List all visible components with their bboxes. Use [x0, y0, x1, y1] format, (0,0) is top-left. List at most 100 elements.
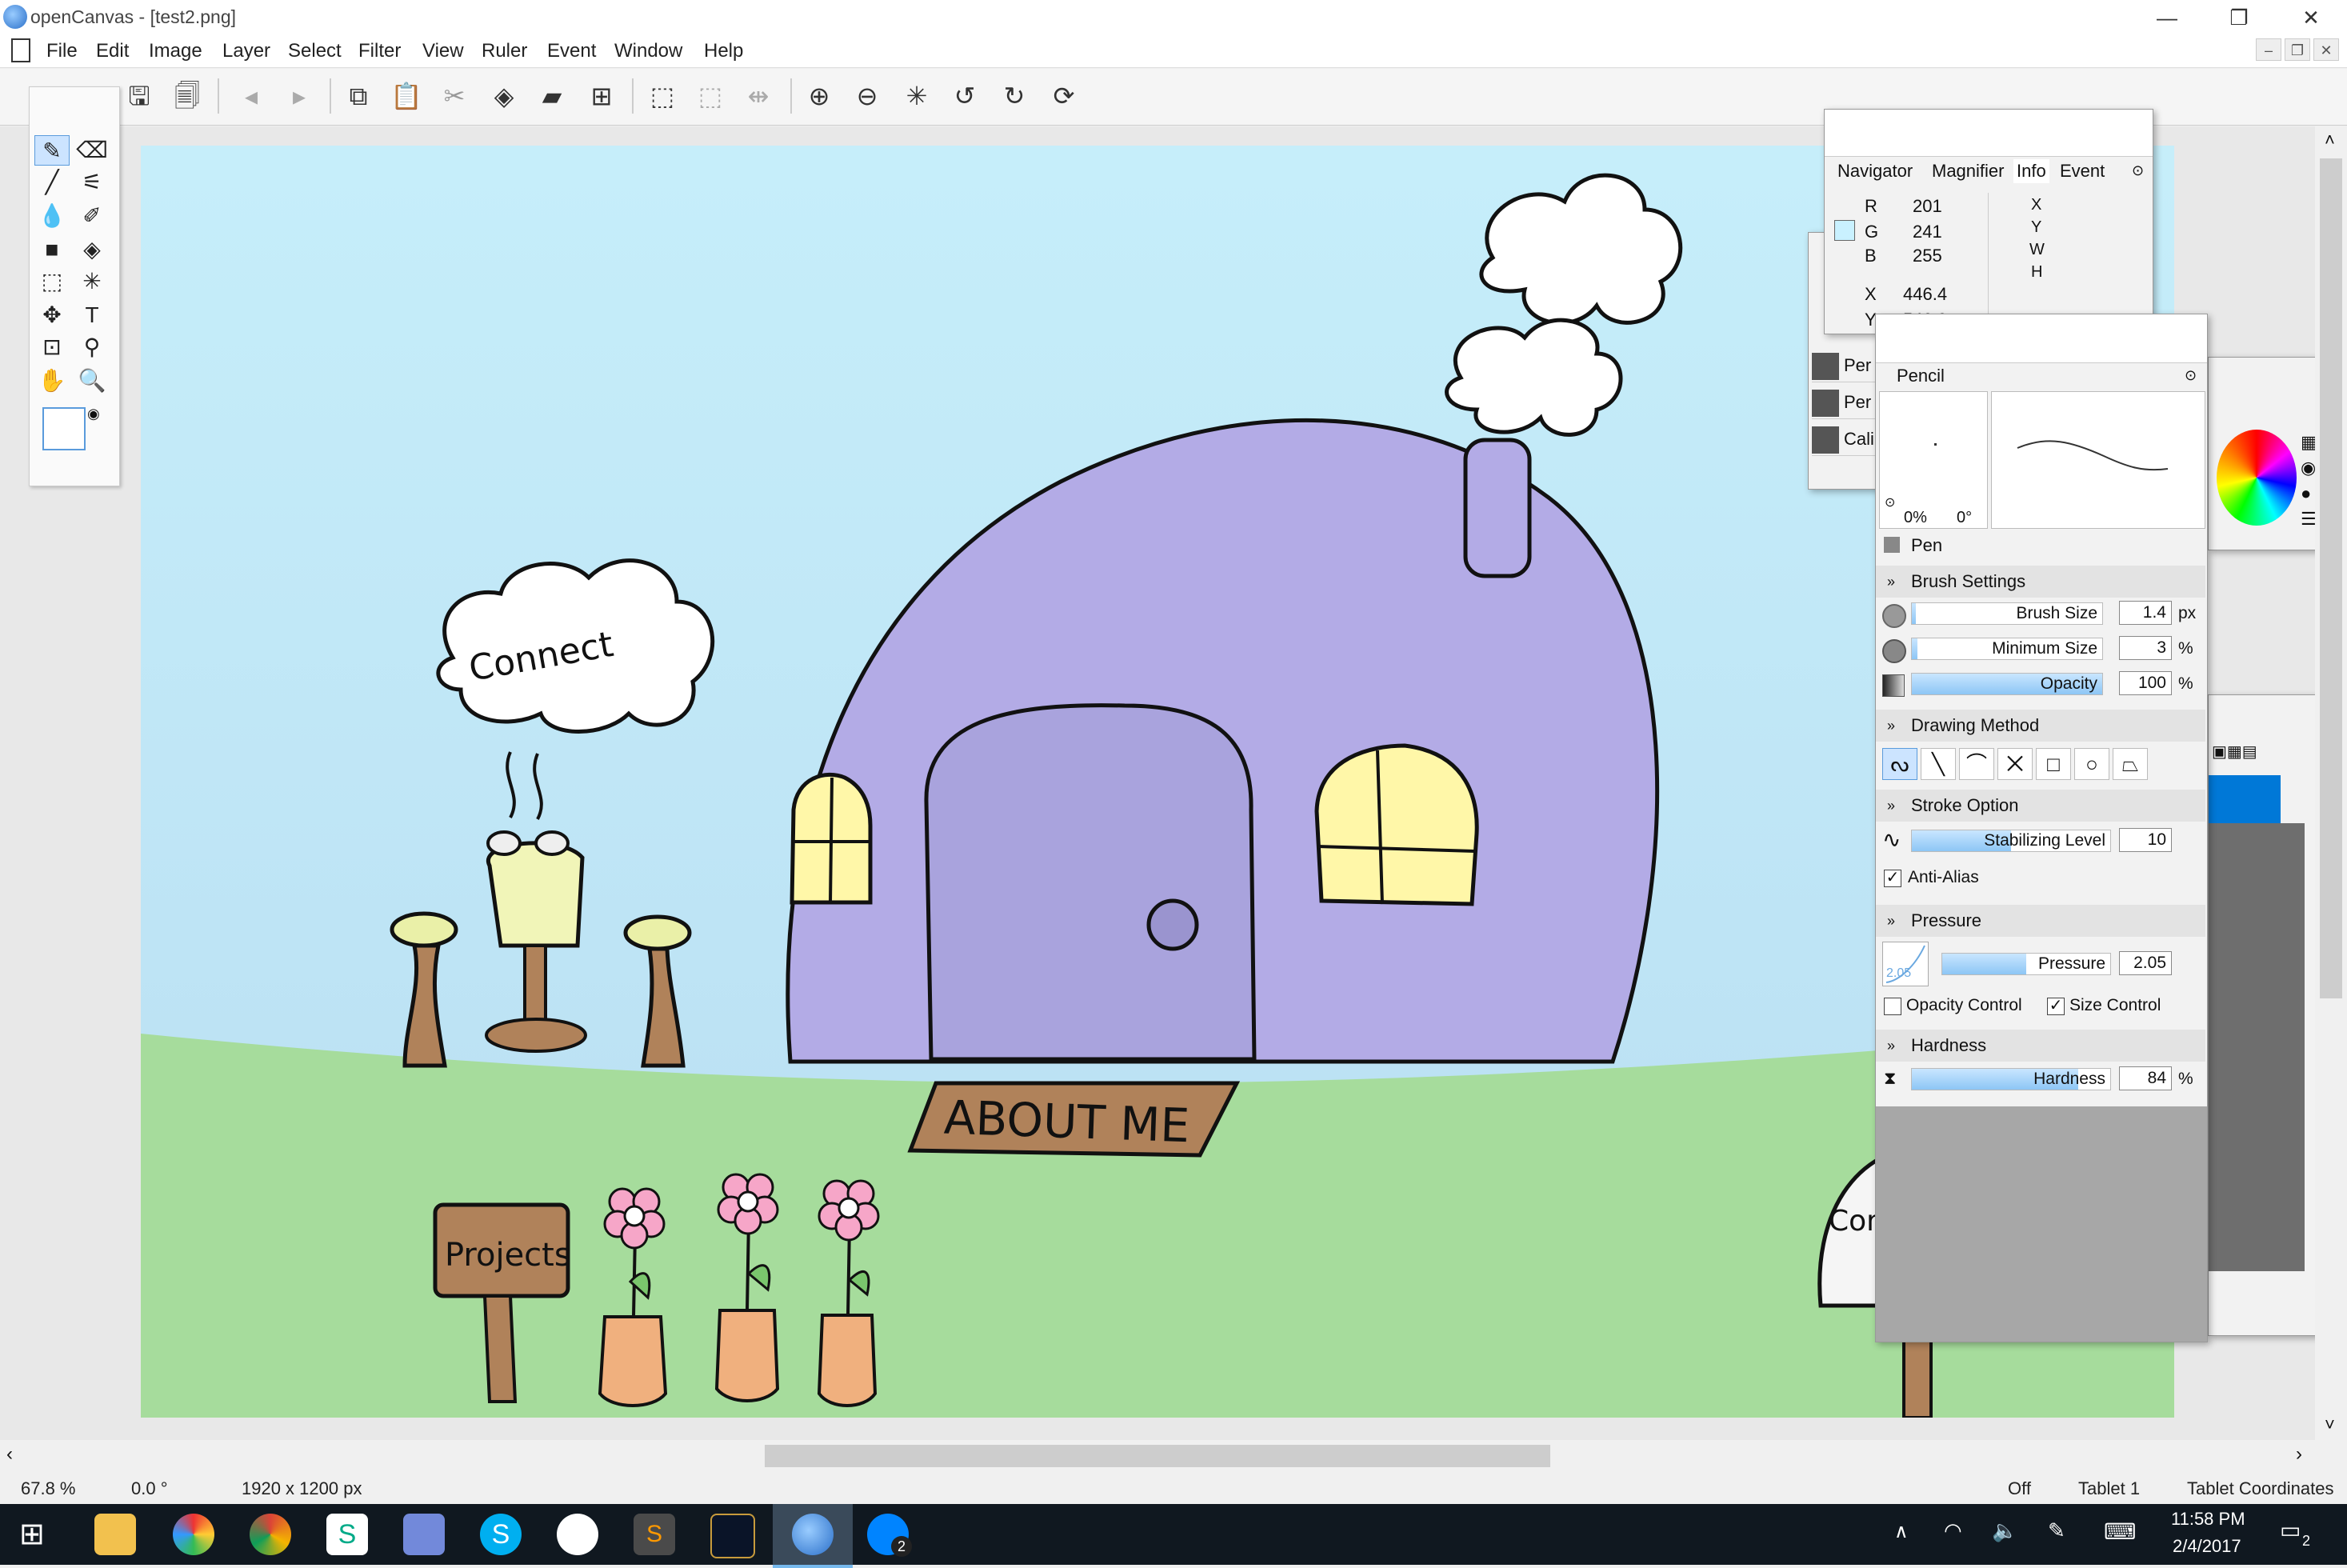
section-drawing-method[interactable]: » Drawing Method	[1876, 710, 2205, 742]
scroll-left-icon[interactable]: ‹	[6, 1443, 13, 1466]
minimum-size-input[interactable]: 3	[2119, 636, 2172, 660]
previous-icon[interactable]: ◂	[232, 77, 270, 115]
rotate-right-icon[interactable]: ↻	[995, 77, 1034, 115]
close-button[interactable]: ✕	[2275, 0, 2347, 35]
volume-icon[interactable]: 🔈	[1992, 1518, 2017, 1543]
color-wheel[interactable]	[2217, 430, 2297, 526]
freehand-method-icon[interactable]: ᔓ	[1882, 748, 1917, 780]
scroll-right-icon[interactable]: ›	[2296, 1443, 2302, 1466]
pressure-input[interactable]: 2.05	[2119, 951, 2172, 975]
discord-icon[interactable]	[403, 1514, 445, 1555]
horizontal-scroll-thumb[interactable]	[765, 1445, 1550, 1467]
messenger-icon[interactable]: 2	[867, 1514, 912, 1557]
mdi-restore-button[interactable]: ❐	[2285, 38, 2310, 61]
airbrush-tool-icon[interactable]: ⚟	[74, 167, 110, 198]
opacity-control-checkbox[interactable]	[1884, 998, 1901, 1015]
menu-help[interactable]: Help	[704, 40, 743, 62]
chrome-icon[interactable]	[250, 1514, 291, 1555]
notifications-icon[interactable]: ▭	[2280, 1517, 2301, 1543]
section-hardness[interactable]: » Hardness	[1876, 1030, 2205, 1062]
vertical-scroll-thumb[interactable]	[2320, 158, 2342, 998]
menu-filter[interactable]: Filter	[358, 40, 401, 62]
swap-colors-icon[interactable]: ◉	[87, 406, 100, 422]
menu-file[interactable]: File	[46, 40, 78, 62]
next-icon[interactable]: ▸	[280, 77, 318, 115]
eraser-tool-icon[interactable]: ⌫	[74, 135, 110, 166]
scroll-up-icon[interactable]: ˄	[2325, 130, 2335, 150]
vertical-scrollbar[interactable]: ˄ ˅	[2315, 126, 2347, 1440]
gradient-tool-icon[interactable]: ■	[34, 234, 70, 265]
menu-view[interactable]: View	[422, 40, 464, 62]
preview-settings-icon[interactable]: ⊙	[1885, 494, 1895, 510]
brush-list-item[interactable]: Per	[1812, 350, 1884, 382]
opencanvas-taskbar-button[interactable]	[773, 1504, 853, 1568]
mdi-minimize-button[interactable]: –	[2256, 38, 2281, 61]
magic-wand-tool-icon[interactable]: ✳	[74, 266, 110, 297]
deselect-icon[interactable]: ⬚	[691, 77, 730, 115]
eyedropper-tool-icon[interactable]: ⚲	[74, 332, 110, 362]
opacity-slider[interactable]: Opacity	[1911, 673, 2103, 695]
mdi-close-button[interactable]: ✕	[2313, 38, 2339, 61]
section-pressure[interactable]: » Pressure	[1876, 905, 2205, 937]
chrome-canary-icon[interactable]	[173, 1514, 214, 1555]
menu-select[interactable]: Select	[288, 40, 342, 62]
copy-icon[interactable]: ⧉	[339, 77, 378, 115]
keyboard-icon[interactable]: ⌨	[2104, 1518, 2136, 1545]
menu-layer[interactable]: Layer	[222, 40, 270, 62]
zoom-in-icon[interactable]: ⊕	[800, 77, 838, 115]
tray-date[interactable]: 2/4/2017	[2173, 1536, 2241, 1557]
menu-ruler[interactable]: Ruler	[482, 40, 527, 62]
league-client-icon[interactable]	[710, 1514, 755, 1558]
blend-tool-icon[interactable]: ✐	[74, 201, 110, 231]
minimize-button[interactable]: —	[2131, 0, 2203, 35]
tab-navigator[interactable]: Navigator	[1837, 161, 1913, 182]
windows-start-icon[interactable]: ⊞	[19, 1518, 51, 1550]
stabilizing-slider[interactable]: Stabilizing Level	[1911, 830, 2111, 852]
hand-tool-icon[interactable]: ✋	[34, 366, 70, 396]
menu-window[interactable]: Window	[614, 40, 682, 62]
rectangle-method-icon[interactable]: □	[2036, 748, 2071, 780]
tray-chevron-icon[interactable]: ∧	[1894, 1520, 1909, 1543]
bucket-tool-icon[interactable]: ◈	[74, 234, 110, 265]
brush-list-item[interactable]: Cali	[1812, 423, 1884, 456]
tab-magnifier[interactable]: Magnifier	[1932, 161, 2004, 182]
brush-tool-icon[interactable]: ╱	[34, 167, 70, 198]
tab-info[interactable]: Info	[2013, 159, 2049, 183]
layer-list[interactable]	[2209, 823, 2305, 1271]
tab-event[interactable]: Event	[2060, 161, 2105, 182]
brush-list-item[interactable]: Per	[1812, 386, 1884, 419]
curve-method-icon[interactable]: ⌒	[1959, 748, 1994, 780]
pen-tray-icon[interactable]: ✎	[2048, 1518, 2065, 1543]
reset-rotation-icon[interactable]: ⟳	[1045, 77, 1083, 115]
pressure-slider[interactable]: Pressure	[1941, 953, 2111, 975]
horizontal-scrollbar[interactable]: ‹ ›	[0, 1440, 2315, 1472]
brush-size-input[interactable]: 1.4	[2119, 601, 2172, 625]
file-explorer-icon[interactable]	[94, 1514, 136, 1555]
invert-selection-icon[interactable]: ⇹	[739, 77, 778, 115]
pressure-curve[interactable]: 2.05	[1882, 942, 1929, 986]
wifi-icon[interactable]: ◠	[1944, 1518, 1962, 1543]
size-control-checkbox[interactable]: ✓	[2047, 998, 2065, 1015]
foreground-color-swatch[interactable]	[42, 407, 86, 450]
tab-pencil[interactable]: Pencil	[1897, 366, 1945, 386]
ellipse-method-icon[interactable]: ○	[2074, 748, 2109, 780]
move-tool-icon[interactable]: ✥	[34, 300, 70, 330]
skype-icon[interactable]: S	[480, 1514, 522, 1555]
menu-edit[interactable]: Edit	[96, 40, 129, 62]
eraser-icon[interactable]: ▰	[533, 77, 571, 115]
restore-button[interactable]: ❐	[2203, 0, 2275, 35]
panel-menu-icon[interactable]: ⊙	[2185, 367, 2197, 384]
menu-event[interactable]: Event	[547, 40, 596, 62]
pencil-tool-icon[interactable]: ✎	[34, 135, 70, 166]
anti-alias-checkbox[interactable]: ✓	[1884, 870, 1901, 887]
hardness-input[interactable]: 84	[2119, 1066, 2172, 1090]
panel-menu-icon[interactable]: ⊙	[2132, 162, 2144, 179]
stabilizing-input[interactable]: 10	[2119, 828, 2172, 852]
text-tool-icon[interactable]: T	[74, 300, 110, 330]
zoom-out-icon[interactable]: ⊖	[848, 77, 886, 115]
tray-time[interactable]: 11:58 PM	[2171, 1509, 2245, 1530]
hardness-slider[interactable]: Hardness	[1911, 1068, 2111, 1090]
brush-size-slider[interactable]: Brush Size	[1911, 602, 2103, 625]
cut-icon[interactable]: ✂	[435, 77, 474, 115]
polygon-method-icon[interactable]: ⏢	[2113, 748, 2148, 780]
